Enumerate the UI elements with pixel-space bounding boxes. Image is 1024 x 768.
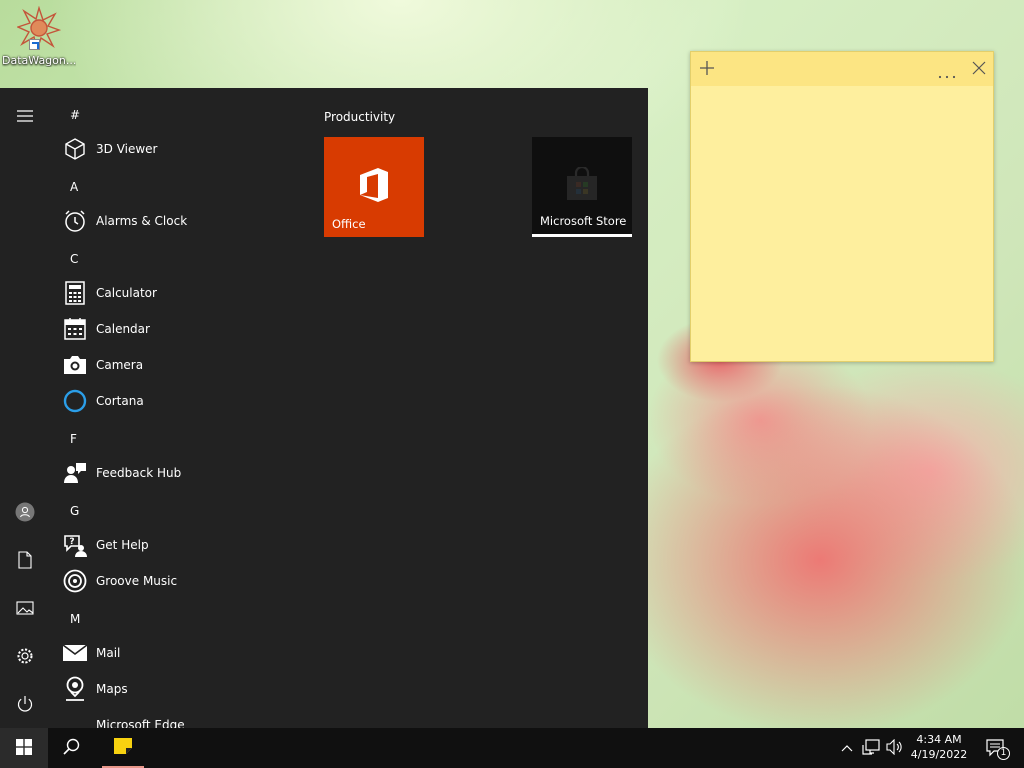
section-header-c[interactable]: C	[70, 252, 78, 266]
chevron-up-icon	[841, 741, 853, 755]
section-header-g[interactable]: G	[70, 504, 79, 518]
app-label: Calendar	[96, 322, 150, 336]
shortcut-arrow-icon	[29, 39, 40, 50]
app-item-mail[interactable]: Mail	[62, 635, 292, 671]
start-menu-rail	[0, 88, 50, 728]
app-item-groove-music[interactable]: Groove Music	[62, 563, 292, 599]
start-button[interactable]	[0, 728, 48, 768]
pictures-icon[interactable]	[0, 588, 50, 628]
app-item-camera[interactable]: Camera	[62, 347, 292, 383]
documents-icon[interactable]	[0, 540, 50, 580]
volume-icon	[886, 738, 904, 758]
app-label: Calculator	[96, 286, 157, 300]
cortana-ring-icon	[62, 388, 88, 414]
office-logo-icon	[358, 167, 390, 206]
notification-icon: 1	[985, 738, 1010, 760]
app-label: Mail	[96, 646, 121, 660]
action-center-button[interactable]: 1	[976, 728, 1016, 768]
network-icon	[862, 738, 880, 758]
tile-microsoft-store[interactable]: Microsoft Store	[532, 137, 632, 237]
app-label: 3D Viewer	[96, 142, 158, 156]
app-label: Cortana	[96, 394, 144, 408]
volume-button[interactable]	[884, 728, 906, 768]
sticky-note-window[interactable]	[690, 51, 994, 362]
start-menu: # 3D Viewer A Alarms & Clock C Calculato…	[0, 88, 648, 728]
app-item-calculator[interactable]: Calculator	[62, 275, 292, 311]
tray-overflow-button[interactable]	[836, 728, 858, 768]
windows-logo-icon	[16, 738, 32, 758]
section-header-hash[interactable]: #	[70, 108, 80, 122]
app-list: # 3D Viewer A Alarms & Clock C Calculato…	[50, 88, 300, 728]
hamburger-menu-icon[interactable]	[0, 96, 50, 136]
svg-text:?: ?	[69, 537, 74, 547]
app-label: Get Help	[96, 538, 149, 552]
groove-music-icon	[62, 568, 88, 594]
app-label: Camera	[96, 358, 144, 372]
alarm-clock-icon	[62, 208, 88, 234]
app-label: Maps	[96, 682, 128, 696]
search-button[interactable]	[48, 728, 96, 768]
desktop-icon-datawagon[interactable]: DataWagon...	[2, 5, 76, 76]
app-item-microsoft-edge[interactable]: Microsoft Edge	[62, 707, 292, 728]
search-icon	[63, 738, 81, 759]
3d-cube-icon	[62, 136, 88, 162]
calendar-icon	[62, 316, 88, 342]
app-item-maps[interactable]: Maps	[62, 671, 292, 707]
settings-icon[interactable]	[0, 636, 50, 676]
taskbar-app-sticky-notes[interactable]	[102, 728, 144, 768]
clock-date: 4/19/2022	[910, 748, 968, 761]
edge-icon	[62, 712, 88, 728]
tile-office[interactable]: Office	[324, 137, 424, 237]
app-item-3d-viewer[interactable]: 3D Viewer	[62, 131, 292, 167]
app-label: Alarms & Clock	[96, 214, 188, 228]
calculator-icon	[62, 280, 88, 306]
app-item-get-help[interactable]: ? Get Help	[62, 527, 292, 563]
close-icon[interactable]	[972, 61, 986, 78]
power-icon[interactable]	[0, 684, 50, 724]
app-item-feedback-hub[interactable]: Feedback Hub	[62, 455, 292, 491]
maps-pin-icon	[62, 676, 88, 702]
ellipsis-icon[interactable]	[938, 68, 956, 82]
taskbar: 4:34 AM 4/19/2022 1	[0, 728, 1024, 768]
tile-label: Office	[332, 217, 366, 231]
tile-group-title[interactable]: Productivity	[324, 110, 395, 124]
app-label: Groove Music	[96, 574, 178, 588]
camera-icon	[62, 352, 88, 378]
mail-envelope-icon	[62, 640, 88, 666]
clock-time: 4:34 AM	[916, 733, 962, 746]
section-header-f[interactable]: F	[70, 432, 77, 446]
sticky-note-titlebar[interactable]	[691, 52, 993, 86]
network-button[interactable]	[859, 728, 883, 768]
datawagon-app-icon	[16, 5, 62, 53]
desktop-icon-label: DataWagon...	[2, 54, 76, 67]
section-header-a[interactable]: A	[70, 180, 78, 194]
store-bag-icon	[566, 165, 598, 204]
app-label: Feedback Hub	[96, 466, 182, 480]
app-item-calendar[interactable]: Calendar	[62, 311, 292, 347]
tile-label: Microsoft Store	[540, 214, 627, 228]
app-item-cortana[interactable]: Cortana	[62, 383, 292, 419]
app-item-alarms-clock[interactable]: Alarms & Clock	[62, 203, 292, 239]
section-header-m[interactable]: M	[70, 612, 80, 626]
feedback-hub-icon	[62, 460, 88, 486]
user-avatar-icon[interactable]	[0, 492, 50, 532]
get-help-icon: ?	[62, 532, 88, 558]
sticky-notes-icon	[113, 737, 133, 758]
plus-icon[interactable]	[699, 60, 715, 79]
sticky-note-content[interactable]	[691, 86, 993, 361]
app-label: Microsoft Edge	[96, 718, 185, 728]
clock[interactable]: 4:34 AM 4/19/2022	[908, 732, 970, 762]
notification-count-badge: 1	[997, 747, 1010, 760]
